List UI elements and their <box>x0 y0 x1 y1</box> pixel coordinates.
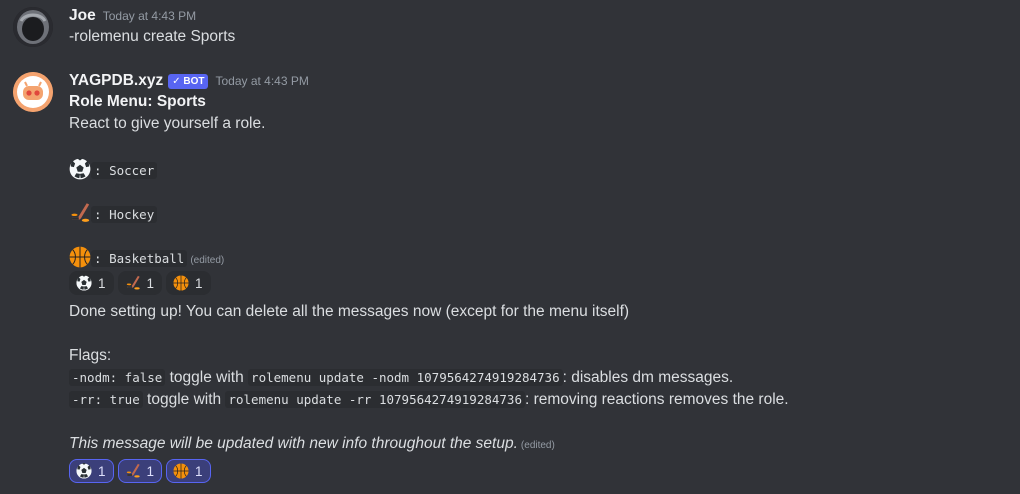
role-option-hockey: : Hockey <box>69 202 158 225</box>
reaction-basketball[interactable]: 1 <box>166 271 211 295</box>
reaction-soccer[interactable]: 1 <box>69 459 114 483</box>
reaction-count: 1 <box>98 463 106 479</box>
user-avatar-icon <box>13 7 53 47</box>
flag-command: rolemenu update -nodm 107956427491928473… <box>248 369 563 386</box>
flag-desc: : removing reactions removes the role. <box>524 391 789 408</box>
role-label: : Hockey <box>91 206 158 223</box>
username[interactable]: YAGPDB.xyz <box>69 72 163 90</box>
flags-label: Flags: <box>69 347 112 364</box>
reaction-basketball[interactable]: 1 <box>166 459 211 483</box>
reaction-count: 1 <box>146 463 155 479</box>
reactions-row: 1 1 1 <box>69 459 211 483</box>
role-menu-subtitle: React to give yourself a role. <box>69 115 266 132</box>
role-label: : Soccer <box>91 162 158 179</box>
role-option-soccer: : Soccer <box>69 158 158 181</box>
flag-desc: : disables dm messages. <box>562 369 734 386</box>
role-menu-title: Role Menu: Sports <box>69 93 206 110</box>
bot-avatar[interactable] <box>13 72 53 112</box>
reaction-count: 1 <box>195 275 203 291</box>
role-option-basketball: : Basketball (edited) <box>69 246 224 271</box>
reaction-hockey[interactable]: 1 <box>117 271 163 295</box>
username[interactable]: Joe <box>69 7 96 25</box>
footer-message: This message will be updated with new in… <box>69 435 518 452</box>
reactions-row: 1 1 1 <box>69 271 211 295</box>
flag-rr: -rr: true toggle with rolemenu update -r… <box>69 390 789 410</box>
hockey-stick-icon <box>125 275 141 291</box>
basketball-icon <box>173 275 189 291</box>
reaction-count: 1 <box>98 275 106 291</box>
edited-label: (edited) <box>520 440 555 451</box>
timestamp: Today at 4:43 PM <box>102 9 197 23</box>
edited-label: (edited) <box>190 255 225 266</box>
soccer-ball-icon <box>76 463 92 479</box>
flag-code: -nodm: false <box>69 369 166 386</box>
soccer-ball-icon <box>76 275 92 291</box>
hockey-stick-icon <box>69 202 91 224</box>
hockey-stick-icon <box>125 463 141 479</box>
flag-nodm: -nodm: false toggle with rolemenu update… <box>69 368 733 388</box>
role-label: : Basketball <box>91 250 188 267</box>
message-text: -rolemenu create Sports <box>69 28 236 45</box>
footer-text: This message will be updated with new in… <box>69 434 555 456</box>
reaction-count: 1 <box>195 463 203 479</box>
reaction-soccer[interactable]: 1 <box>69 271 114 295</box>
flag-command: rolemenu update -rr 1079564274919284736 <box>225 391 525 408</box>
done-text: Done setting up! You can delete all the … <box>69 303 630 320</box>
soccer-ball-icon <box>69 158 91 180</box>
basketball-icon <box>173 463 189 479</box>
flag-toggle-text: toggle with <box>169 369 244 386</box>
flag-toggle-text: toggle with <box>147 391 222 408</box>
bot-avatar-icon <box>13 72 53 112</box>
avatar[interactable] <box>13 7 53 47</box>
reaction-hockey[interactable]: 1 <box>117 459 163 483</box>
basketball-icon <box>69 246 91 268</box>
timestamp: Today at 4:43 PM <box>215 74 309 88</box>
flag-code: -rr: true <box>69 391 143 408</box>
reaction-count: 1 <box>146 275 155 291</box>
bot-badge: ✓ BOT <box>168 73 209 89</box>
